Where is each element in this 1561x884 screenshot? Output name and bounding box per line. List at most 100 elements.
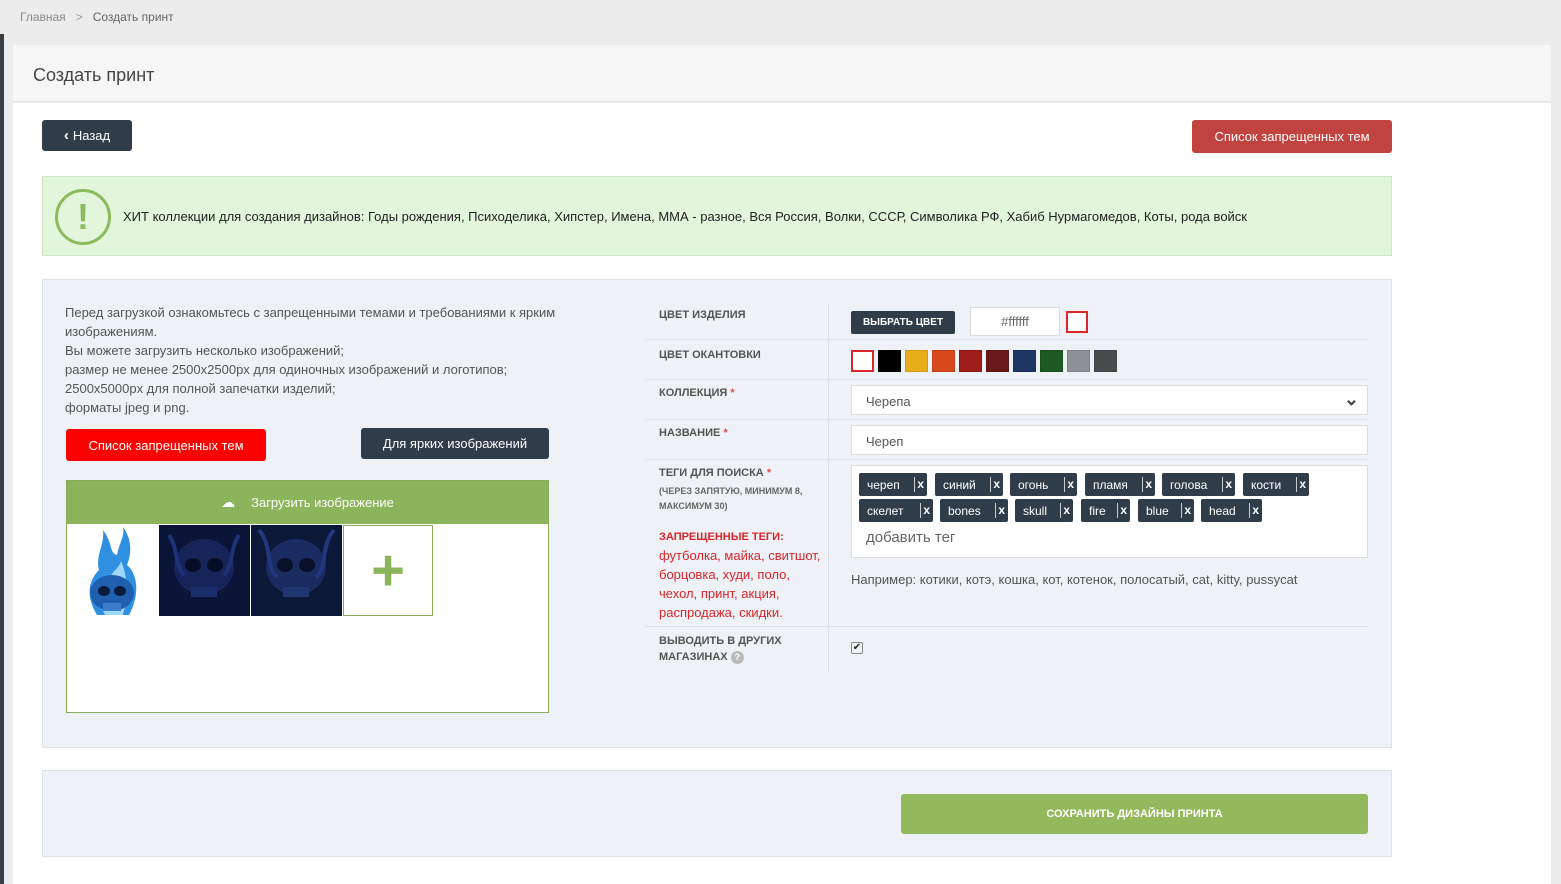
tag-label: fire [1089,503,1106,518]
name-label: НАЗВАНИЕ * [659,427,728,439]
back-button-label: Назад [72,128,111,143]
tag-chip: bones x [940,499,1008,522]
color-preview [1066,311,1088,333]
trim-swatch-red[interactable] [959,350,982,372]
tag-remove-icon[interactable]: x [1181,503,1191,518]
tag-label: пламя [1093,477,1128,492]
tag-remove-icon[interactable]: x [920,503,930,518]
trim-swatch-dark-gray[interactable] [1094,350,1117,372]
page-title: Создать принт [33,65,155,85]
breadcrumb-separator: > [75,10,83,24]
color-hex-input[interactable]: #ffffff [970,307,1060,336]
hit-collections-alert: ! ХИТ коллекции для создания дизайнов: Г… [42,176,1392,256]
name-input[interactable]: Череп [851,425,1368,455]
tag-chip: head x [1201,499,1262,522]
upload-image-button[interactable]: ☁ Загрузить изображение [67,481,548,524]
tag-chip: скелет x [859,499,933,522]
add-image-button[interactable]: + [343,525,433,616]
required-mark: * [730,387,735,399]
info-line: Вы можете загрузить несколько изображени… [65,343,345,358]
tags-input-box[interactable]: череп x синий x огонь x пламя x голова x кост… [851,465,1368,558]
other-shops-checkbox[interactable]: ✔ [851,642,863,654]
tag-chip: пламя x [1085,473,1155,496]
breadcrumb-current: Создать принт [92,10,174,24]
tag-remove-icon[interactable]: x [995,503,1005,518]
trim-swatch-green[interactable] [1040,350,1063,372]
tag-remove-icon[interactable]: x [990,477,1000,492]
add-tag-input[interactable]: добавить тег [866,529,955,546]
bright-images-button[interactable]: Для ярких изображений [361,428,549,459]
image-thumbnail[interactable] [251,525,342,616]
tag-remove-icon[interactable]: x [1222,477,1232,492]
tags-example-hint: Например: котики, котэ, кошка, кот, коте… [851,572,1298,587]
collection-label-text: КОЛЛЕКЦИЯ [659,387,728,399]
save-designs-button[interactable]: СОХРАНИТЬ ДИЗАЙНЫ ПРИНТА [901,794,1368,834]
cloud-upload-icon: ☁ [221,494,236,510]
pick-color-button[interactable]: ВЫБРАТЬ ЦВЕТ [851,311,955,334]
name-label-text: НАЗВАНИЕ [659,427,721,439]
tag-label: череп [867,477,900,492]
tag-label: голова [1170,477,1208,492]
trim-swatch-black[interactable] [878,350,901,372]
tag-label: blue [1146,503,1169,518]
chevron-down-icon: ⌄ [1343,389,1359,409]
trim-swatch-orange[interactable] [932,350,955,372]
help-icon[interactable]: ? [730,650,744,664]
tag-label: skull [1023,503,1048,518]
trim-color-swatches [851,350,1117,372]
collection-select[interactable]: Черепа ⌄ [851,385,1368,415]
product-color-label: ЦВЕТ ИЗДЕЛИЯ [659,309,746,321]
upload-area: ☁ Загрузить изображение + [66,480,549,713]
tag-chip: кости x [1243,473,1309,496]
tag-label: bones [948,503,981,518]
other-shops-label: ВЫВОДИТЬ В ДРУГИХ МАГАЗИНАХ ? [659,633,799,665]
image-thumbnail[interactable] [159,525,250,616]
tag-remove-icon[interactable]: x [1060,503,1070,518]
required-mark: * [766,467,772,479]
tag-label: кости [1251,477,1282,492]
tag-chip: skull x [1015,499,1073,522]
info-line: форматы jpeg и png. [65,400,190,415]
tag-remove-icon[interactable]: x [914,477,924,492]
page-scrollbar[interactable] [1551,34,1561,884]
tag-chip: череп x [859,473,927,496]
tag-remove-icon[interactable]: x [1117,503,1127,518]
tag-label: head [1209,503,1236,518]
tag-chip: blue x [1138,499,1194,522]
tag-remove-icon[interactable]: x [1142,477,1152,492]
image-thumbnail[interactable] [67,525,158,616]
tags-label-text: ТЕГИ ДЛЯ ПОИСКА [659,467,764,479]
trim-swatch-white[interactable] [851,350,874,372]
collection-label: КОЛЛЕКЦИЯ * [659,387,735,399]
tag-chip: огонь x [1010,473,1077,496]
forbidden-topics-red-button[interactable]: Список запрещенных тем [66,429,266,461]
collection-value: Черепа [866,394,911,409]
tag-remove-icon[interactable]: x [1296,477,1306,492]
tag-label: синий [943,477,976,492]
upload-info: Перед загрузкой ознакомьтесь с запрещенн… [65,303,565,417]
exclamation-icon: ! [55,189,111,245]
info-line: Перед загрузкой ознакомьтесь с запрещенн… [65,305,556,339]
page-header: Создать принт [13,45,1551,102]
other-shops-label-text: ВЫВОДИТЬ В ДРУГИХ МАГАЗИНАХ [659,635,782,663]
trim-swatch-maroon[interactable] [986,350,1009,372]
tag-label: огонь [1018,477,1049,492]
trim-swatch-navy[interactable] [1013,350,1036,372]
tag-remove-icon[interactable]: x [1064,477,1074,492]
tag-label: скелет [867,503,904,518]
breadcrumb: Главная > Создать принт [0,0,1561,34]
trim-swatch-gray[interactable] [1067,350,1090,372]
trim-swatch-yellow[interactable] [905,350,928,372]
required-mark: * [723,427,728,439]
tag-remove-icon[interactable]: x [1249,503,1259,518]
info-line: 2500x5000px для полной запечатки изделий… [65,381,336,396]
alert-text: ХИТ коллекции для создания дизайнов: Год… [123,209,1247,224]
back-button[interactable]: ‹ Назад [42,120,132,151]
tag-chip: синий x [935,473,1003,496]
tag-chip: fire x [1081,499,1130,522]
chevron-left-icon: ‹ [63,127,69,144]
breadcrumb-home-link[interactable]: Главная [20,10,66,24]
forbidden-topics-button[interactable]: Список запрещенных тем [1192,120,1392,153]
info-line: размер не менее 2500x2500px для одиночны… [65,362,508,377]
left-edge [0,34,4,884]
